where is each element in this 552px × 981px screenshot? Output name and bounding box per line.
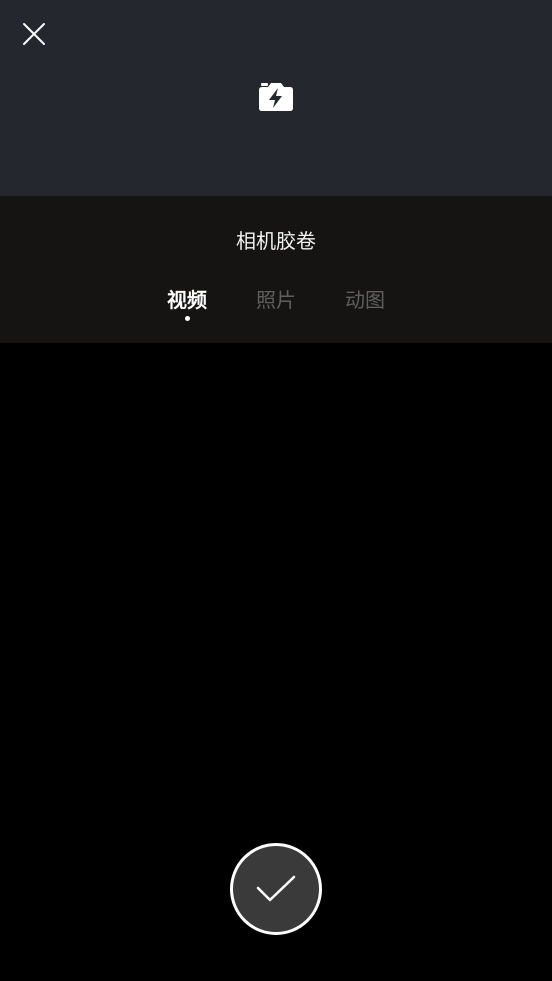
tab-photo-label: 照片 [256,288,296,312]
close-icon [23,23,45,45]
camera-roll-screen: 相机胶卷 视频 照片 动图 [0,0,552,981]
tab-photo[interactable]: 照片 [241,284,311,316]
flash-toggle-button[interactable] [254,78,298,116]
checkmark-icon [256,875,296,902]
tab-gif[interactable]: 动图 [330,284,400,316]
camera-flash-icon [259,83,293,111]
top-bar [0,0,552,196]
camera-roll-title: 相机胶卷 [236,229,316,253]
camera-roll-panel: 相机胶卷 视频 照片 动图 [0,196,552,343]
tab-video-label: 视频 [167,288,207,312]
tab-video[interactable]: 视频 [152,284,222,321]
tab-gif-label: 动图 [345,288,385,312]
close-button[interactable] [14,14,54,54]
media-type-tabs: 视频 照片 动图 [0,284,552,324]
confirm-button[interactable] [230,843,322,935]
active-tab-indicator [185,316,190,321]
